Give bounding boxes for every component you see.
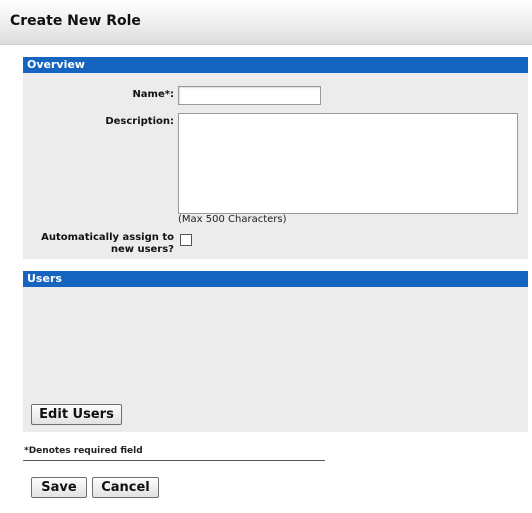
page-title: Create New Role (10, 13, 141, 29)
description-hint: (Max 500 Characters) (178, 214, 287, 225)
footer-divider (23, 460, 325, 461)
required-field-note: *Denotes required field (24, 446, 143, 456)
save-button[interactable]: Save (31, 477, 87, 498)
description-textarea[interactable] (178, 113, 518, 214)
auto-assign-checkbox[interactable] (180, 234, 192, 246)
auto-assign-label: Automatically assign to new users? (30, 232, 174, 256)
overview-section-header: Overview (23, 57, 528, 73)
name-input[interactable] (178, 86, 321, 105)
title-bar: Create New Role (0, 0, 532, 45)
auto-assign-label-line1: Automatically assign to (41, 232, 174, 243)
auto-assign-label-line2: new users? (110, 244, 174, 255)
description-label: Description: (105, 116, 174, 127)
name-label: Name*: (132, 89, 174, 100)
edit-users-button[interactable]: Edit Users (31, 404, 122, 425)
create-role-page: Create New Role Overview Name*: Descript… (0, 0, 532, 513)
users-section-header: Users (23, 271, 528, 287)
cancel-button[interactable]: Cancel (92, 477, 159, 498)
